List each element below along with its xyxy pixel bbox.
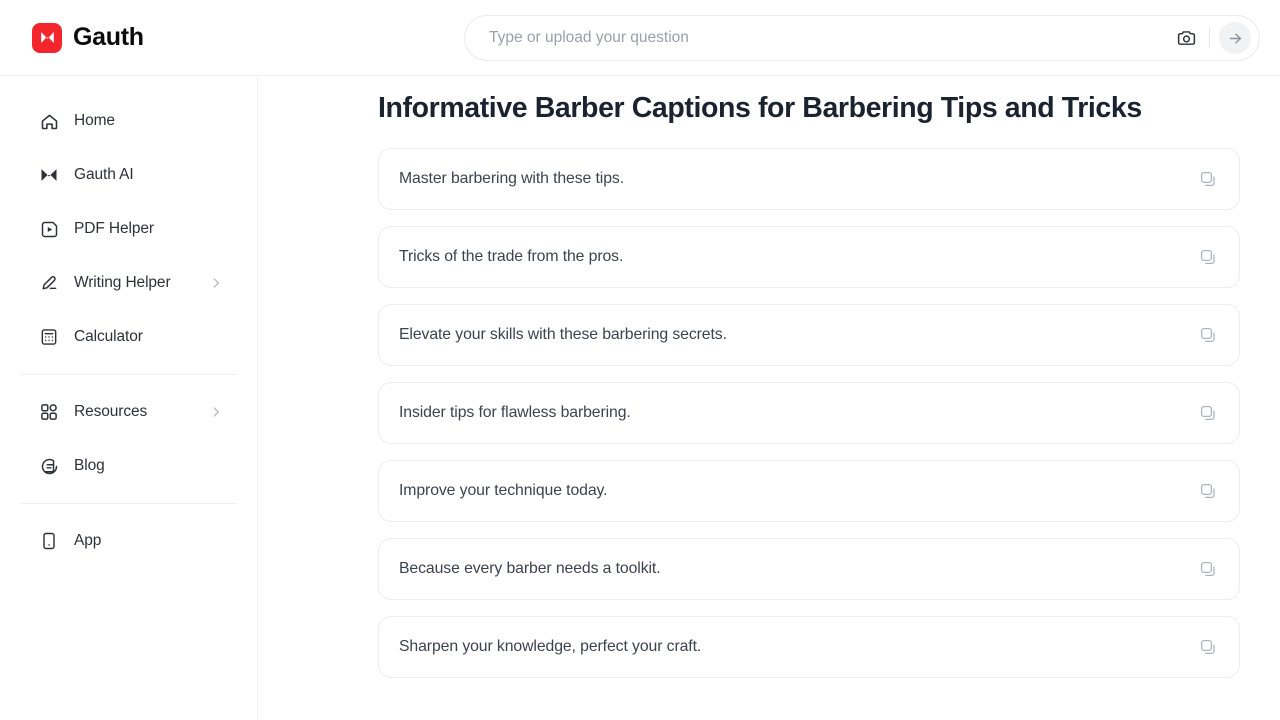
brand-logo[interactable]: Gauth bbox=[32, 22, 144, 53]
sidebar-item-label: App bbox=[74, 532, 102, 549]
chevron-right-icon[interactable] bbox=[209, 276, 223, 290]
copy-icon[interactable] bbox=[1193, 476, 1223, 506]
app-header: Gauth bbox=[0, 0, 1280, 76]
copy-icon[interactable] bbox=[1193, 164, 1223, 194]
mobile-phone-icon bbox=[38, 530, 60, 552]
sidebar-item-resources[interactable]: Resources bbox=[20, 389, 237, 435]
copy-icon[interactable] bbox=[1193, 320, 1223, 350]
calculator-icon bbox=[38, 326, 60, 348]
search-input[interactable] bbox=[489, 29, 1172, 47]
caption-card[interactable]: Master barbering with these tips. bbox=[378, 148, 1240, 211]
caption-text: Master barbering with these tips. bbox=[399, 170, 624, 188]
caption-card[interactable]: Tricks of the trade from the pros. bbox=[378, 226, 1240, 289]
copy-icon[interactable] bbox=[1193, 554, 1223, 584]
pencil-icon bbox=[38, 272, 60, 294]
sidebar-item-label: Writing Helper bbox=[74, 274, 171, 291]
main-content: Informative Barber Captions for Barberin… bbox=[258, 76, 1280, 720]
page-title: Informative Barber Captions for Barberin… bbox=[378, 92, 1142, 124]
sidebar-item-gauth-ai[interactable]: Gauth AI bbox=[20, 152, 237, 198]
caption-card[interactable]: Elevate your skills with these barbering… bbox=[378, 304, 1240, 367]
home-icon bbox=[38, 110, 60, 132]
pdf-play-icon bbox=[38, 218, 60, 240]
chevron-right-icon[interactable] bbox=[209, 405, 223, 419]
sidebar-item-label: Calculator bbox=[74, 328, 143, 345]
grid-apps-icon bbox=[38, 401, 60, 423]
copy-icon[interactable] bbox=[1193, 242, 1223, 272]
search-bar[interactable] bbox=[464, 15, 1260, 61]
gauth-x-logo-icon bbox=[32, 22, 62, 53]
caption-card[interactable]: Insider tips for flawless barbering. bbox=[378, 382, 1240, 445]
caption-card[interactable]: Because every barber needs a toolkit. bbox=[378, 538, 1240, 601]
camera-icon[interactable] bbox=[1172, 24, 1200, 52]
search-divider bbox=[1209, 28, 1210, 48]
caption-text: Sharpen your knowledge, perfect your cra… bbox=[399, 638, 702, 656]
arrow-right-icon bbox=[1229, 33, 1241, 43]
sidebar-item-home[interactable]: Home bbox=[20, 98, 237, 144]
caption-list: Master barbering with these tips. Tricks… bbox=[378, 148, 1240, 679]
caption-card[interactable]: Sharpen your knowledge, perfect your cra… bbox=[378, 616, 1240, 679]
caption-text: Because every barber needs a toolkit. bbox=[399, 560, 661, 578]
caption-text: Elevate your skills with these barbering… bbox=[399, 326, 727, 344]
sidebar-item-label: Blog bbox=[74, 457, 105, 474]
sidebar-item-pdf-helper[interactable]: PDF Helper bbox=[20, 206, 237, 252]
sidebar-item-label: Gauth AI bbox=[74, 166, 134, 183]
sidebar-item-writing-helper[interactable]: Writing Helper bbox=[20, 260, 237, 306]
caption-text: Improve your technique today. bbox=[399, 482, 608, 500]
caption-card[interactable]: Improve your technique today. bbox=[378, 460, 1240, 523]
sidebar-item-calculator[interactable]: Calculator bbox=[20, 314, 237, 360]
sidebar-item-label: Home bbox=[74, 112, 115, 129]
gauth-x-icon bbox=[38, 164, 60, 186]
search-submit-button[interactable] bbox=[1219, 22, 1251, 54]
copy-icon[interactable] bbox=[1193, 398, 1223, 428]
brand-name: Gauth bbox=[73, 23, 144, 51]
caption-text: Insider tips for flawless barbering. bbox=[399, 404, 631, 422]
sidebar-item-label: PDF Helper bbox=[74, 220, 154, 237]
sidebar-item-blog[interactable]: Blog bbox=[20, 443, 237, 489]
copy-icon[interactable] bbox=[1193, 632, 1223, 662]
caption-text: Tricks of the trade from the pros. bbox=[399, 248, 624, 266]
sidebar: Home Gauth AI PDF Helper Writing Helper … bbox=[0, 76, 258, 720]
sidebar-item-app[interactable]: App bbox=[20, 518, 237, 564]
sidebar-divider bbox=[20, 503, 237, 504]
sidebar-divider bbox=[20, 374, 237, 375]
blog-bubble-icon bbox=[38, 455, 60, 477]
sidebar-item-label: Resources bbox=[74, 403, 148, 420]
